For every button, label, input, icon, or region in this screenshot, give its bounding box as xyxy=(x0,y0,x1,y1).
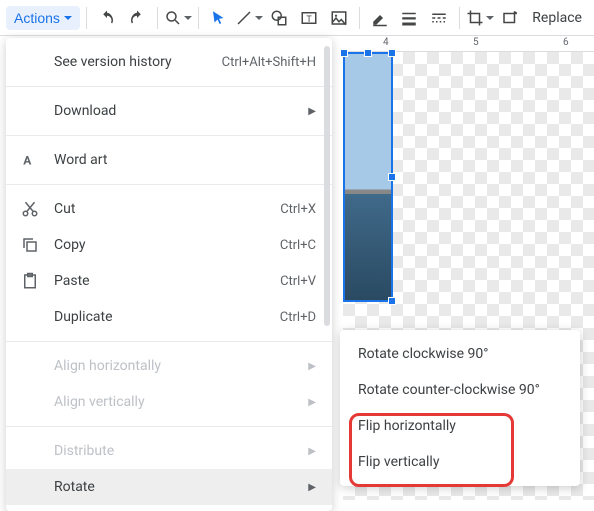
submenu-arrow-icon: ▶ xyxy=(308,361,316,372)
rotate-submenu: Rotate clockwise 90° Rotate counter-cloc… xyxy=(340,330,580,486)
menu-separator xyxy=(6,135,332,136)
svg-text:A: A xyxy=(23,154,32,168)
submenu-item-flip-horizontal[interactable]: Flip horizontally xyxy=(340,408,580,444)
border-dash-button[interactable] xyxy=(425,4,453,32)
menu-item-copy[interactable]: Copy Ctrl+C xyxy=(6,227,332,263)
submenu-item-flip-vertical[interactable]: Flip vertically xyxy=(340,444,580,480)
menu-separator xyxy=(6,426,332,427)
copy-icon xyxy=(18,236,42,254)
menu-item-word-art[interactable]: A Word art xyxy=(6,142,332,178)
submenu-arrow-icon: ▶ xyxy=(308,446,316,457)
svg-text:T: T xyxy=(306,14,312,24)
actions-button[interactable]: Actions xyxy=(6,6,80,30)
menu-item-download[interactable]: Download ▶ xyxy=(6,93,332,129)
actions-label: Actions xyxy=(14,10,60,26)
redo-button[interactable] xyxy=(123,4,151,32)
resize-handle-ne[interactable] xyxy=(388,49,396,57)
word-art-icon: A xyxy=(18,151,42,169)
paste-icon xyxy=(18,272,42,290)
textbox-tool[interactable]: T xyxy=(295,4,323,32)
menu-separator xyxy=(6,341,332,342)
zoom-button[interactable] xyxy=(164,4,192,32)
menu-item-cut[interactable]: Cut Ctrl+X xyxy=(6,191,332,227)
menu-item-version-history[interactable]: See version history Ctrl+Alt+Shift+H xyxy=(6,44,332,80)
cut-icon xyxy=(18,200,42,218)
horizontal-ruler: 4 5 6 xyxy=(343,36,594,52)
separator xyxy=(359,7,360,29)
menu-item-align-vertically: Align vertically ▶ xyxy=(6,384,332,420)
image-tool[interactable] xyxy=(325,4,353,32)
undo-button[interactable] xyxy=(93,4,121,32)
caret-down-icon xyxy=(64,14,72,22)
border-weight-button[interactable] xyxy=(395,4,423,32)
separator xyxy=(459,7,460,29)
reset-image-button[interactable] xyxy=(496,4,524,32)
resize-handle-n[interactable] xyxy=(364,49,372,57)
menu-item-paste[interactable]: Paste Ctrl+V xyxy=(6,263,332,299)
crop-button[interactable] xyxy=(466,4,494,32)
border-color-button[interactable] xyxy=(366,4,394,32)
replace-button[interactable]: Replace xyxy=(526,10,588,26)
separator xyxy=(86,7,87,29)
menu-item-distribute: Distribute ▶ xyxy=(6,433,332,469)
resize-handle-se[interactable] xyxy=(388,297,396,305)
separator xyxy=(157,7,158,29)
resize-handle-e[interactable] xyxy=(388,173,396,181)
selected-image[interactable] xyxy=(343,52,393,302)
line-tool[interactable] xyxy=(235,4,263,32)
ruler-mark: 4 xyxy=(383,37,389,48)
ruler-mark: 6 xyxy=(563,37,569,48)
menu-separator xyxy=(6,184,332,185)
menu-item-align-horizontally: Align horizontally ▶ xyxy=(6,348,332,384)
menu-item-duplicate[interactable]: Duplicate Ctrl+D xyxy=(6,299,332,335)
submenu-item-rotate-ccw[interactable]: Rotate counter-clockwise 90° xyxy=(340,372,580,408)
scrollbar[interactable] xyxy=(324,46,330,326)
select-tool[interactable] xyxy=(205,4,233,32)
resize-handle-nw[interactable] xyxy=(340,49,348,57)
actions-menu: See version history Ctrl+Alt+Shift+H Dow… xyxy=(6,38,332,511)
submenu-arrow-icon: ▶ xyxy=(308,397,316,408)
menu-separator xyxy=(6,86,332,87)
submenu-arrow-icon: ▶ xyxy=(308,106,316,117)
submenu-arrow-icon: ▶ xyxy=(308,482,316,493)
toolbar: Actions T Replace xyxy=(0,0,594,36)
separator xyxy=(198,7,199,29)
shape-tool[interactable] xyxy=(265,4,293,32)
ruler-mark: 5 xyxy=(473,37,479,48)
submenu-item-rotate-cw[interactable]: Rotate clockwise 90° xyxy=(340,336,580,372)
